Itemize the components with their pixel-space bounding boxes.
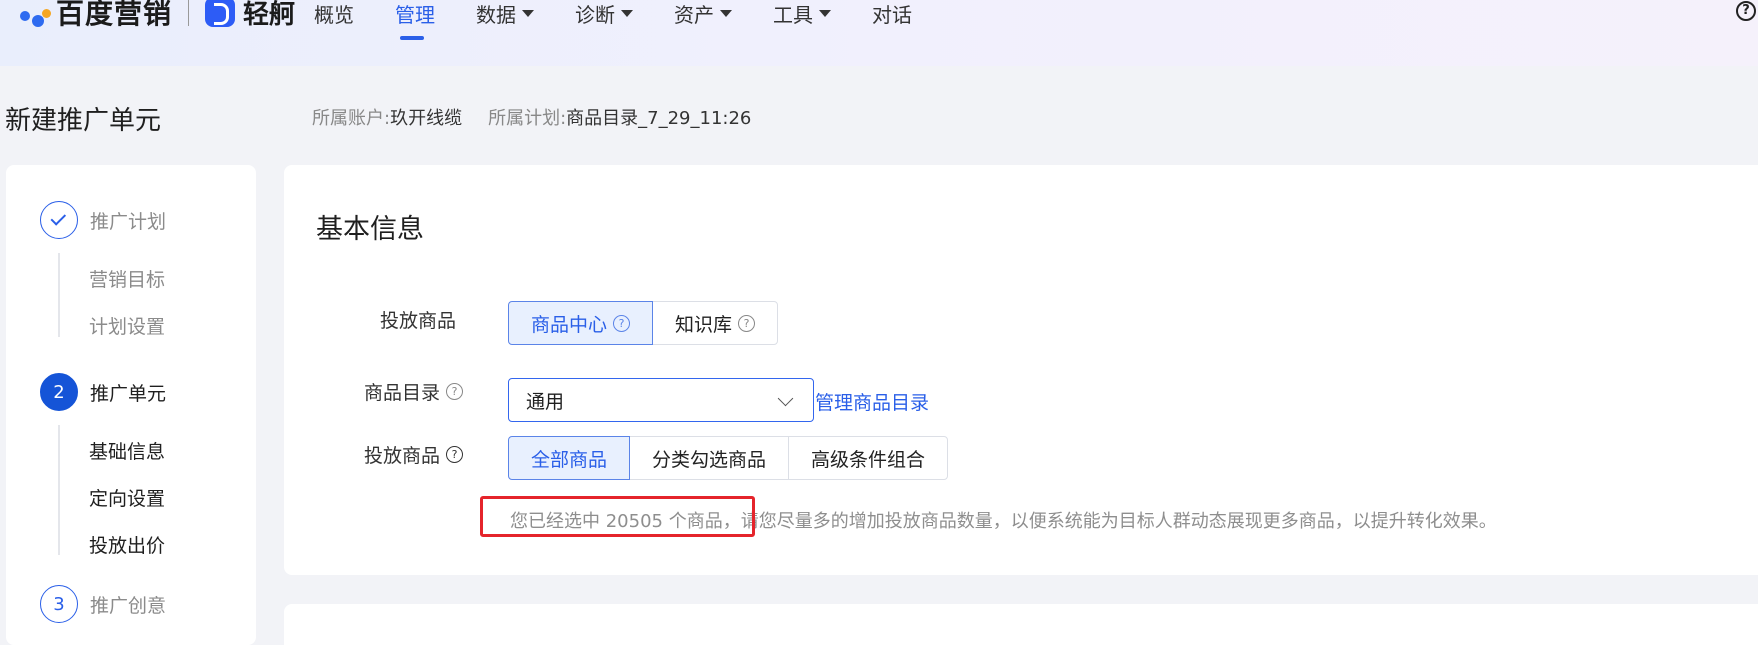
step-done-check-icon (40, 201, 78, 239)
top-nav-bar: 百度营销 轻舸 概览 管理 数据 诊断 资产 工具 对话 ? (0, 0, 1758, 66)
highlight-annotation-box (480, 496, 755, 537)
help-icon[interactable]: ? (446, 383, 464, 400)
option-knowledge-base[interactable]: 知识库? (652, 301, 779, 345)
step-campaign[interactable]: 推广计划 (40, 201, 166, 239)
substep-basic-info[interactable]: 基础信息 (89, 437, 165, 464)
chevron-down-icon (777, 390, 794, 407)
nav-item-assets[interactable]: 资产 (674, 0, 732, 28)
catalog-label: 商品目录? (364, 378, 464, 405)
help-icon[interactable]: ? (446, 446, 464, 463)
next-card (284, 604, 1758, 645)
main-nav: 概览 管理 数据 诊断 资产 工具 对话 (314, 0, 953, 28)
help-icon[interactable]: ? (613, 314, 631, 332)
scope-label: 投放商品? (364, 441, 464, 468)
delivery-source-switch: 商品中心? 知识库? (508, 301, 779, 345)
caret-down-icon (720, 9, 732, 17)
catalog-select[interactable]: 通用 (508, 378, 814, 422)
delivery-label: 投放商品 (380, 310, 457, 332)
step-label: 推广创意 (90, 594, 167, 617)
plan-info: 所属计划:商品目录_7_29_11:26 (488, 108, 752, 129)
option-product-center[interactable]: 商品中心? (508, 301, 654, 345)
step-connector (58, 425, 60, 555)
substep-plan-settings[interactable]: 计划设置 (89, 312, 165, 339)
nav-item-diagnose[interactable]: 诊断 (575, 0, 633, 28)
option-category-select[interactable]: 分类勾选商品 (629, 436, 790, 480)
nav-item-manage[interactable]: 管理 (395, 0, 435, 28)
active-nav-indicator (400, 36, 424, 40)
step-creative[interactable]: 3 推广创意 (40, 585, 166, 623)
qingge-logo-icon (205, 0, 236, 27)
substep-targeting[interactable]: 定向设置 (89, 484, 165, 511)
step-connector (58, 253, 60, 337)
help-icon[interactable]: ? (738, 314, 756, 332)
nav-item-overview[interactable]: 概览 (314, 0, 354, 28)
step-number: 3 (40, 585, 78, 623)
nav-item-chat[interactable]: 对话 (872, 0, 912, 28)
brand-divider (188, 0, 190, 26)
help-icon[interactable]: ? (1736, 1, 1756, 21)
nav-item-tools[interactable]: 工具 (773, 0, 831, 28)
caret-down-icon (819, 9, 831, 17)
step-label: 推广单元 (90, 382, 167, 405)
caret-down-icon (621, 9, 633, 17)
catalog-select-value: 通用 (526, 390, 565, 413)
step-unit[interactable]: 2 推广单元 (40, 373, 166, 411)
brand-logo[interactable]: 百度营销 轻舸 (16, 0, 295, 32)
nav-item-data[interactable]: 数据 (476, 0, 534, 28)
account-info: 所属账户:玖开线缆 (312, 108, 463, 129)
step-number: 2 (40, 373, 78, 411)
option-advanced-conditions[interactable]: 高级条件组合 (788, 436, 949, 480)
manage-catalog-link[interactable]: 管理商品目录 (815, 388, 929, 415)
page-meta: 所属账户:玖开线缆 所属计划:商品目录_7_29_11:26 (312, 104, 751, 130)
substep-marketing-goal[interactable]: 营销目标 (89, 265, 165, 292)
basic-info-card: 基本信息 投放商品 商品中心? 知识库? 商品目录? 通用 管理商品目录 投放商… (284, 165, 1758, 575)
page-title: 新建推广单元 (5, 106, 162, 136)
substep-bidding[interactable]: 投放出价 (89, 531, 165, 558)
product-scope-switch: 全部商品 分类勾选商品 高级条件组合 (508, 436, 949, 480)
caret-down-icon (522, 9, 534, 17)
baidu-paw-icon (16, 0, 54, 29)
section-title: 基本信息 (316, 214, 424, 245)
option-all-products[interactable]: 全部商品 (508, 436, 631, 480)
steps-panel: 推广计划 营销目标 计划设置 2 推广单元 基础信息 定向设置 投放出价 3 推… (6, 165, 256, 645)
step-label: 推广计划 (90, 210, 167, 233)
brand-name-primary: 百度营销 (56, 0, 173, 30)
brand-name-secondary: 轻舸 (243, 0, 296, 30)
